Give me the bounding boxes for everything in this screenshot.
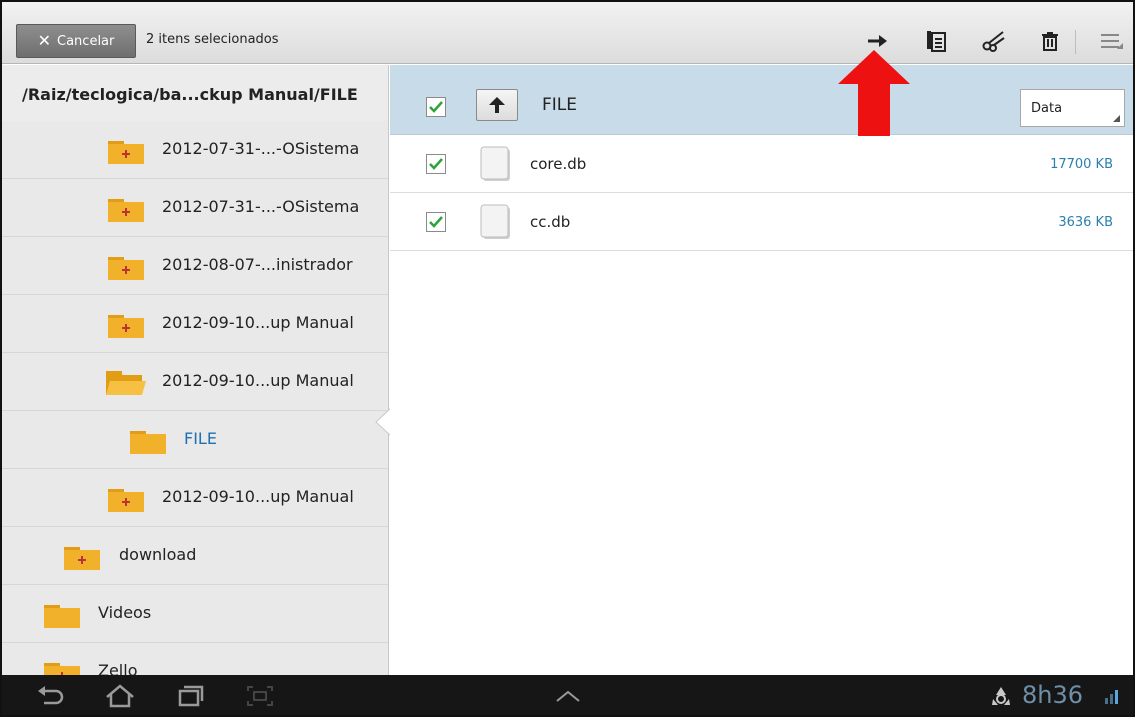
tree-item[interactable]: 2012-09-10...up Manual xyxy=(2,295,388,353)
screen: ✕ Cancelar 2 itens selecionados /Raiz/te… xyxy=(0,0,1135,717)
up-chevron-icon[interactable] xyxy=(550,683,586,709)
file-row[interactable]: core.db 17700 KB xyxy=(390,135,1133,193)
folder-plus-icon xyxy=(108,199,144,222)
dropdown-corner-icon xyxy=(1113,115,1120,122)
recent-apps-icon[interactable] xyxy=(172,683,208,709)
tree-item-label: 2012-09-10...up Manual xyxy=(162,371,354,390)
copy-icon[interactable] xyxy=(916,24,956,58)
sort-select[interactable]: Data xyxy=(1020,89,1125,127)
cancel-label: Cancelar xyxy=(57,33,115,49)
tree-item-active[interactable]: FILE xyxy=(2,411,388,469)
selection-count: 2 itens selecionados xyxy=(146,32,279,47)
file-size: 3636 KB xyxy=(1058,215,1113,230)
menu-icon[interactable] xyxy=(1092,24,1132,58)
file-row[interactable]: cc.db 3636 KB xyxy=(390,193,1133,251)
tree-item-label: 2012-09-10...up Manual xyxy=(162,487,354,506)
folder-plus-icon xyxy=(64,547,100,570)
tree-item[interactable]: 2012-07-31-...-OSistema xyxy=(2,121,388,179)
folder-plus-icon xyxy=(108,315,144,338)
file-icon xyxy=(480,204,510,239)
system-nav-bar: 8h36 xyxy=(2,675,1133,715)
folder-plus-icon xyxy=(108,141,144,164)
check-icon xyxy=(429,158,443,170)
folder-icon xyxy=(44,605,80,628)
tree-item[interactable]: 2012-07-31-...-OSistema xyxy=(2,179,388,237)
check-icon xyxy=(429,101,443,113)
arrow-up-icon xyxy=(489,97,505,113)
select-all-checkbox[interactable] xyxy=(426,97,446,117)
folder-tree-panel: /Raiz/teclogica/ba...ckup Manual/FILE 20… xyxy=(2,65,389,701)
tree-item-label: Videos xyxy=(98,603,152,622)
annotation-arrow-icon xyxy=(838,50,910,136)
cut-scissors-icon[interactable] xyxy=(974,24,1014,58)
toolbar-divider xyxy=(1075,30,1076,54)
tree-item[interactable]: Videos xyxy=(2,585,388,643)
file-list-panel: FILE Data core.db 17700 KB cc.db 3636 KB xyxy=(390,65,1133,675)
file-name: cc.db xyxy=(530,213,571,231)
file-icon xyxy=(480,146,510,181)
tree-item-label: FILE xyxy=(184,429,217,448)
delete-trash-icon[interactable] xyxy=(1030,24,1070,58)
recycle-icon xyxy=(988,683,1014,709)
tree-item[interactable]: 2012-08-07-...inistrador xyxy=(2,237,388,295)
tree-item[interactable]: 2012-09-10...up Manual xyxy=(2,469,388,527)
tree-item-label: 2012-09-10...up Manual xyxy=(162,313,354,332)
check-icon xyxy=(429,216,443,228)
back-icon[interactable] xyxy=(32,683,68,709)
selection-pointer xyxy=(375,407,392,437)
tree-item-label: 2012-07-31-...-OSistema xyxy=(162,139,360,158)
file-size: 17700 KB xyxy=(1050,157,1113,172)
action-bar: ✕ Cancelar 2 itens selecionados xyxy=(2,2,1133,64)
folder-plus-icon xyxy=(108,489,144,512)
clock: 8h36 xyxy=(1022,681,1084,709)
current-path: /Raiz/teclogica/ba...ckup Manual/FILE xyxy=(2,65,388,121)
folder-plus-icon xyxy=(108,257,144,280)
tree-item[interactable]: download xyxy=(2,527,388,585)
signal-icon xyxy=(1100,683,1126,709)
file-checkbox[interactable] xyxy=(426,212,446,232)
tree-item-label: 2012-07-31-...-OSistema xyxy=(162,197,360,216)
tree-item-label: 2012-08-07-...inistrador xyxy=(162,255,353,274)
file-name: core.db xyxy=(530,155,587,173)
current-folder-name: FILE xyxy=(542,95,578,115)
file-checkbox[interactable] xyxy=(426,154,446,174)
close-icon: ✕ xyxy=(37,31,52,50)
tree-item-label: download xyxy=(119,545,197,564)
up-folder-button[interactable] xyxy=(476,89,518,121)
sort-value: Data xyxy=(1031,101,1063,116)
folder-open-icon xyxy=(106,371,146,395)
screenshot-icon[interactable] xyxy=(242,683,278,709)
current-folder-row: FILE Data xyxy=(390,65,1133,135)
folder-icon xyxy=(130,431,166,454)
home-icon[interactable] xyxy=(102,683,138,709)
cancel-button[interactable]: ✕ Cancelar xyxy=(16,24,136,58)
tree-item[interactable]: 2012-09-10...up Manual xyxy=(2,353,388,411)
